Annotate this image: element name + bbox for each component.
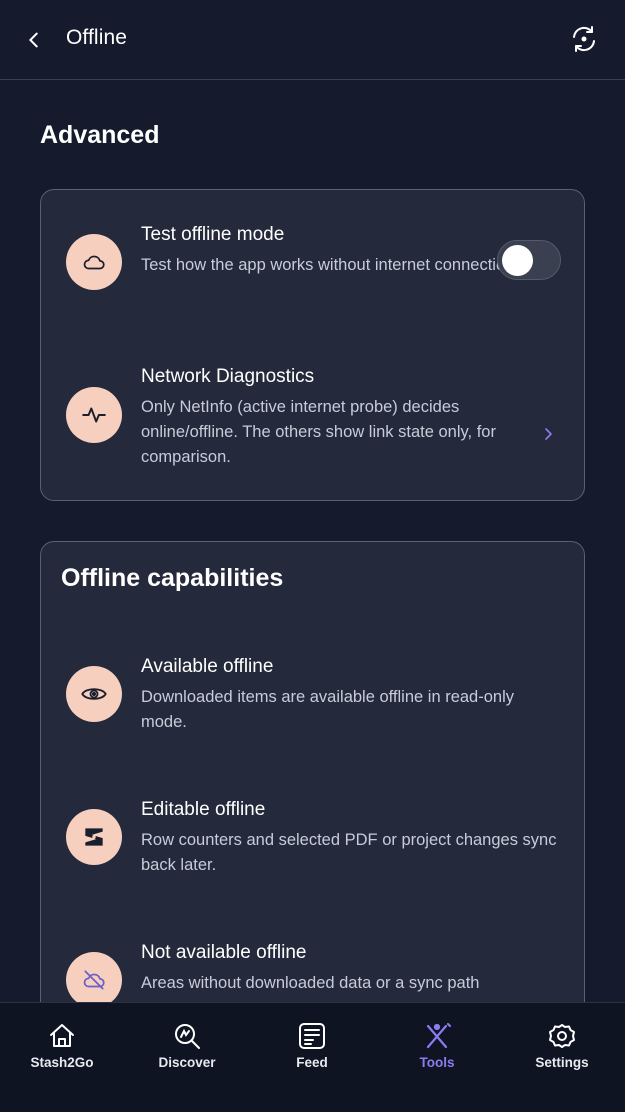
available-offline-icon-wrap	[66, 666, 122, 722]
toggle-knob	[502, 245, 533, 276]
test-offline-icon-wrap	[66, 234, 122, 290]
nav-label-feed: Feed	[296, 1055, 328, 1070]
nav-label-stash2go: Stash2Go	[30, 1055, 94, 1070]
test-offline-title: Test offline mode	[141, 224, 285, 245]
available-offline-row: Available offline Downloaded items are a…	[41, 654, 586, 744]
not-available-offline-row: Not available offline Areas without down…	[41, 940, 586, 1003]
editable-offline-title: Editable offline	[141, 799, 266, 820]
network-diagnostics-row[interactable]: Network Diagnostics Only NetInfo (active…	[41, 362, 586, 472]
editable-offline-description: Row counters and selected PDF or project…	[141, 831, 557, 874]
offline-screen: Offline Advanced Test offline mode Test …	[0, 0, 625, 1112]
discover-icon	[175, 1024, 200, 1049]
offline-capabilities-title: Offline capabilities	[61, 564, 284, 592]
section-title-advanced: Advanced	[40, 121, 160, 149]
back-button[interactable]	[18, 24, 50, 56]
not-available-offline-icon-wrap	[66, 952, 122, 1003]
nav-label-discover: Discover	[158, 1055, 216, 1070]
not-available-offline-title: Not available offline	[141, 942, 307, 963]
sync-button[interactable]	[567, 22, 601, 56]
available-offline-description: Downloaded items are available offline i…	[141, 688, 514, 731]
chevron-right-icon[interactable]	[538, 424, 558, 444]
content-area[interactable]: Advanced Test offline mode Test how the …	[0, 81, 625, 1003]
chevron-left-icon	[29, 32, 38, 48]
nav-label-tools: Tools	[419, 1055, 455, 1070]
editable-offline-icon-wrap	[66, 809, 122, 865]
nav-label-settings: Settings	[535, 1055, 589, 1070]
app-header: Offline	[0, 0, 625, 80]
test-offline-toggle[interactable]	[497, 240, 561, 280]
network-diagnostics-title: Network Diagnostics	[141, 366, 315, 387]
page-title: Offline	[66, 26, 128, 49]
not-available-offline-description: Areas without downloaded data or a sync …	[141, 974, 480, 992]
available-offline-title: Available offline	[141, 656, 274, 677]
test-offline-mode-row[interactable]: Test offline mode Test how the app works…	[41, 220, 586, 310]
tools-icon	[426, 1022, 452, 1049]
network-diagnostics-description: Only NetInfo (active internet probe) dec…	[141, 398, 496, 466]
network-diagnostics-icon-wrap	[66, 387, 122, 443]
eye-icon	[81, 688, 107, 700]
bottom-nav: Stash2Go Discover Feed Tools Settings	[0, 1002, 625, 1112]
feed-icon	[299, 1023, 325, 1049]
cloud-icon	[83, 255, 105, 270]
settings-icon	[549, 1024, 575, 1048]
nav-item-stash2go[interactable]: Stash2Go	[7, 1021, 117, 1081]
offline-capabilities-card: Offline capabilities Available offline D…	[40, 541, 585, 1003]
test-offline-description: Test how the app works without internet …	[141, 256, 515, 274]
sync-icon	[573, 26, 595, 52]
advanced-card: Test offline mode Test how the app works…	[40, 189, 585, 501]
edit-sync-icon	[85, 828, 103, 846]
activity-icon	[82, 407, 106, 423]
nav-item-feed[interactable]: Feed	[257, 1021, 367, 1081]
editable-offline-row: Editable offline Row counters and select…	[41, 797, 586, 887]
nav-item-tools[interactable]: Tools	[382, 1021, 492, 1081]
home-icon	[50, 1024, 74, 1047]
nav-item-settings[interactable]: Settings	[507, 1021, 617, 1081]
cloud-off-icon	[83, 970, 105, 990]
nav-item-discover[interactable]: Discover	[132, 1021, 242, 1081]
